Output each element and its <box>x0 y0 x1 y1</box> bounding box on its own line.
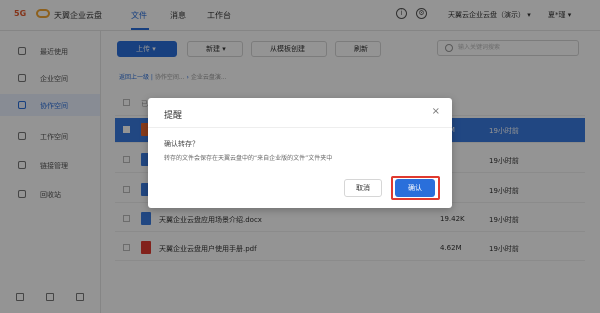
close-icon[interactable]: × <box>432 106 440 117</box>
cancel-button[interactable]: 取消 <box>344 179 382 197</box>
dialog-title: 提醒 <box>164 111 183 121</box>
dialog-divider <box>148 127 452 128</box>
confirm-dialog: 提醒 × 确认转存？ 转存的文件会保存在天翼云盘中的“来自企业版的文件”文件夹中… <box>148 98 452 208</box>
app-window: 5G 天翼企业云盘 文件 消息 工作台 i ⚙ 天翼云企业云盘（演示） ▾ 夏*… <box>0 0 600 313</box>
dialog-question: 确认转存？ <box>164 140 199 148</box>
confirm-button[interactable]: 确认 <box>395 179 435 197</box>
dialog-message: 转存的文件会保存在天翼云盘中的“来自企业版的文件”文件夹中 <box>164 155 333 162</box>
